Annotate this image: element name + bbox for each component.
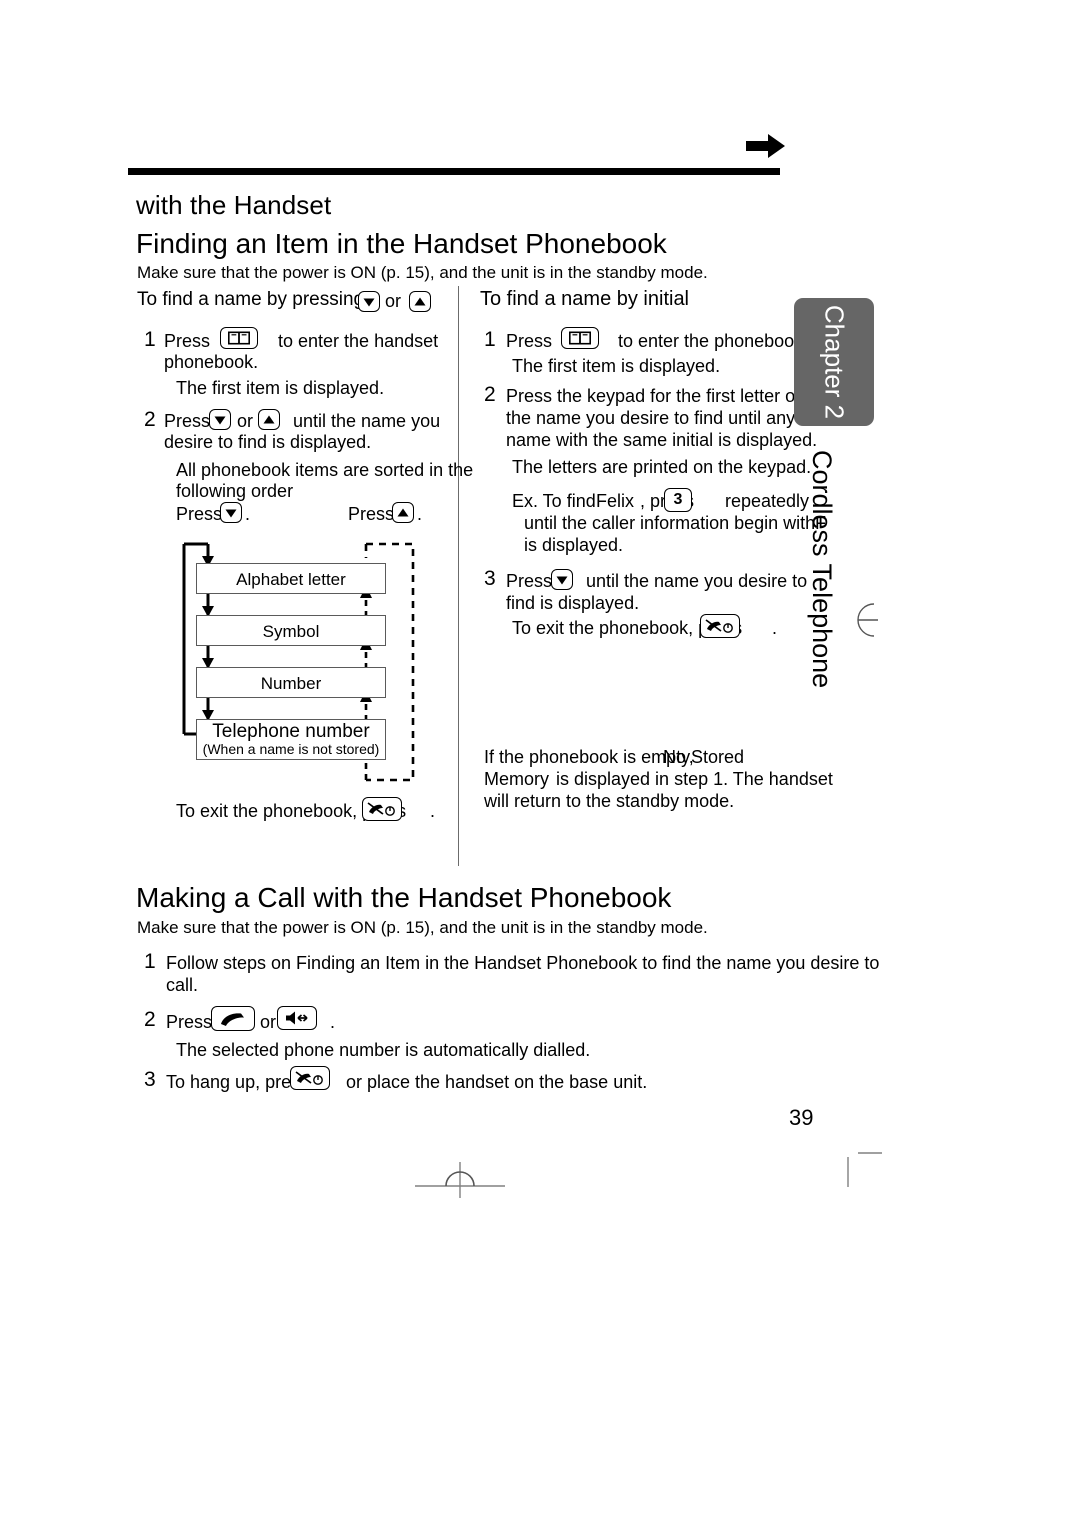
triangle-down-icon: [220, 502, 242, 523]
left-subheading-or: or: [385, 291, 402, 311]
left-step2-or: or: [237, 411, 254, 431]
right-step2-line1: Press the keypad for the first letter of: [506, 386, 801, 406]
left-step2-text: until the name you: [293, 411, 441, 431]
empty-note-line2: Memory: [484, 769, 550, 789]
left-step2-number: 2: [144, 408, 156, 431]
call-step1-line1: Follow steps on Finding an Item in the H…: [166, 953, 880, 973]
example-line2: until the caller information begin with: [524, 513, 816, 533]
example-prefix: Ex. To find: [512, 491, 596, 511]
right-step3-press: Press: [506, 571, 553, 591]
right-step3-text2: find is displayed.: [506, 593, 640, 613]
right-step1-number: 1: [484, 328, 496, 351]
phone-off-icon: [362, 797, 402, 821]
continued-heading: with the Handset: [136, 190, 332, 220]
open-book-icon: [561, 327, 599, 349]
triangle-up-icon: [258, 409, 280, 430]
left-step1-text: to enter the handset: [278, 331, 439, 351]
call-step2-note: The selected phone number is automatical…: [176, 1040, 591, 1060]
flow-box-label: Alphabet letter: [236, 570, 346, 589]
second-section-lead: Make sure that the power is ON (p. 15), …: [137, 918, 708, 937]
empty-note-line4: will return to the standby mode.: [484, 791, 735, 811]
call-step2-number: 2: [144, 1008, 156, 1031]
example-line3: is displayed.: [524, 535, 624, 555]
example-suffix: repeatedly: [725, 491, 810, 511]
flow-box-sublabel: (When a name is not stored): [202, 740, 380, 757]
chapter-vertical-label-text: Cordless Telephone: [807, 450, 837, 689]
right-step1-text: to enter the phonebook.: [618, 331, 809, 351]
manual-page: with the Handset Finding an Item in the …: [0, 0, 1080, 1528]
second-section-title: Making a Call with the Handset Phonebook: [136, 882, 672, 913]
call-step1-line2: call.: [166, 975, 199, 995]
press-down-period: .: [245, 504, 251, 524]
flow-box-label: Number: [260, 674, 322, 693]
right-step3-number: 3: [484, 567, 496, 590]
flow-box: Alphabet letter: [196, 563, 386, 594]
flow-box-label: Symbol: [262, 622, 320, 641]
section-lead: Make sure that the power is ON (p. 15), …: [137, 263, 708, 282]
phonebook-sort-order-diagram: Alphabet letter Symbol Number Telephone …: [176, 536, 466, 791]
chapter-tab: Chapter 2: [794, 298, 874, 426]
page-number: 39: [789, 1105, 814, 1130]
press-down-label: Press: [176, 504, 223, 524]
chapter-vertical-label: Cordless Telephone: [806, 450, 837, 688]
phone-off-icon: [700, 614, 740, 638]
call-step2-press: Press: [166, 1012, 213, 1032]
digit-3-key-label: 3: [664, 488, 692, 512]
left-step1-note: The first item is displayed.: [176, 378, 385, 398]
flow-box: Symbol: [196, 615, 386, 646]
speakerphone-icon: [277, 1006, 317, 1030]
right-step2-note: The letters are printed on the keypad.: [512, 457, 812, 477]
call-step2-period: .: [330, 1012, 336, 1032]
triangle-down-icon: [358, 291, 380, 312]
call-step1-number: 1: [144, 950, 156, 973]
flow-box-label: Telephone number: [212, 721, 370, 742]
left-step2-note2: following order: [176, 481, 294, 501]
press-up-label: Press: [348, 504, 395, 524]
flow-box: Telephone number (When a name is not sto…: [196, 719, 386, 760]
empty-note-line3: is displayed in step 1. The handset: [556, 769, 833, 789]
call-step3-number: 3: [144, 1068, 156, 1091]
flow-box: Number: [196, 667, 386, 698]
right-step2-line2: the name you desire to find until any: [506, 408, 796, 428]
phone-handset-icon: [211, 1006, 255, 1031]
right-step3-text: until the name you desire to: [586, 571, 808, 591]
left-step2-press: Press: [164, 411, 211, 431]
left-step1-number: 1: [144, 328, 156, 351]
header-rule: [128, 168, 780, 175]
phone-off-icon: [290, 1066, 330, 1090]
triangle-up-icon: [409, 291, 431, 312]
right-exit-period: .: [772, 618, 778, 638]
left-exit-period: .: [430, 801, 436, 821]
left-step2-note1: All phonebook items are sorted in the: [176, 460, 474, 480]
triangle-up-icon: [392, 502, 414, 523]
registration-mark: [847, 1152, 882, 1187]
right-step2-line3: name with the same initial is displayed.: [506, 430, 818, 450]
open-book-icon: [220, 327, 258, 349]
registration-mark: [857, 603, 878, 637]
right-arrow-icon: [746, 134, 785, 158]
triangle-down-icon: [209, 409, 231, 430]
empty-note-overlap: No Stored: [663, 747, 745, 767]
example-name: Felix: [596, 491, 635, 511]
call-step3-prefix: To hang up, press: [166, 1072, 310, 1092]
triangle-down-icon: [551, 569, 573, 590]
right-step2-number: 2: [484, 383, 496, 406]
page-title: Finding an Item in the Handset Phonebook: [136, 228, 667, 259]
digit-3-key: 3: [664, 488, 692, 512]
right-step1-note: The first item is displayed.: [512, 356, 721, 376]
left-subheading-prefix: To find a name by pressing: [137, 289, 365, 310]
left-step1-press: Press: [164, 331, 211, 351]
chapter-tab-label: Chapter 2: [819, 304, 850, 420]
right-subheading: To find a name by initial: [480, 288, 690, 310]
press-up-period: .: [417, 504, 423, 524]
call-step3-suffix: or place the handset on the base unit.: [346, 1072, 648, 1092]
registration-mark: [415, 1162, 505, 1198]
call-step2-or: or: [260, 1012, 277, 1032]
left-step2-text2: desire to find is displayed.: [164, 432, 372, 452]
right-step1-press: Press: [506, 331, 553, 351]
left-step1-text2: phonebook.: [164, 352, 259, 372]
